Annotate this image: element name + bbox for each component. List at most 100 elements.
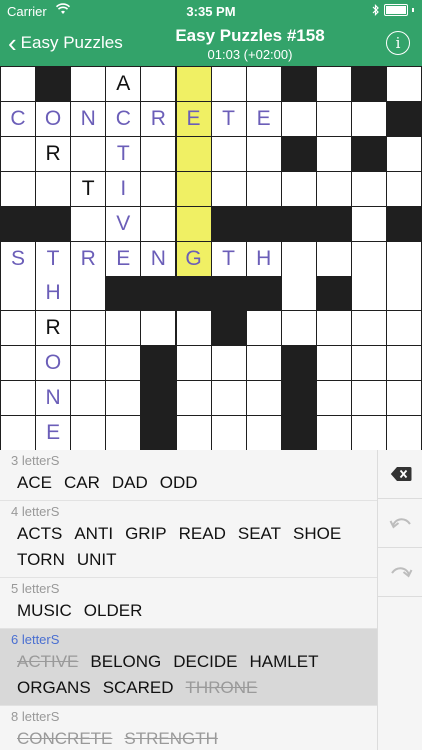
grid-cell[interactable] (211, 416, 246, 450)
grid-cell[interactable] (141, 136, 176, 171)
grid-cell[interactable] (246, 381, 281, 416)
redo-button[interactable] (378, 548, 422, 597)
grid-cell[interactable] (1, 276, 35, 311)
grid-cell[interactable] (106, 416, 141, 450)
grid-cell[interactable] (71, 276, 106, 311)
grid-cell[interactable] (211, 171, 246, 206)
grid-cell[interactable] (1, 381, 35, 416)
grid-cell[interactable] (246, 311, 281, 346)
grid-cell[interactable] (1, 346, 35, 381)
grid-cell[interactable] (1, 416, 35, 450)
grid-cell[interactable]: V (106, 206, 141, 241)
grid-cell[interactable] (176, 311, 211, 346)
grid-cell[interactable] (352, 416, 386, 450)
grid-cell[interactable] (281, 276, 316, 311)
grid-cell[interactable] (211, 136, 246, 171)
grid-cell[interactable]: H (246, 241, 281, 276)
grid-cell[interactable] (387, 67, 422, 101)
grid-cell[interactable] (352, 101, 386, 136)
word-item[interactable]: SEAT (238, 521, 281, 547)
grid-cell[interactable] (352, 241, 386, 276)
grid-cell[interactable] (316, 101, 351, 136)
undo-button[interactable] (378, 499, 422, 548)
word-item[interactable]: MUSIC (17, 598, 72, 624)
grid-cell[interactable]: N (36, 381, 71, 416)
grid-cell[interactable]: N (141, 241, 176, 276)
word-item[interactable]: STRENGTH (124, 726, 218, 750)
grid-cell[interactable]: S (1, 241, 35, 276)
grid-cell[interactable] (176, 346, 211, 381)
grid-cell[interactable] (176, 67, 211, 101)
grid-cell[interactable] (316, 311, 351, 346)
grid-cell[interactable] (211, 67, 246, 101)
grid-cell[interactable]: T (211, 101, 246, 136)
word-item[interactable]: ORGANS (17, 675, 91, 701)
grid-cell[interactable] (387, 276, 422, 311)
grid-cell[interactable] (71, 311, 106, 346)
grid-cell[interactable]: E (176, 101, 211, 136)
grid-cell[interactable] (211, 381, 246, 416)
grid-cell[interactable] (352, 276, 386, 311)
grid-cell[interactable] (281, 241, 316, 276)
word-item[interactable]: CONCRETE (17, 726, 112, 750)
grid-cell[interactable]: T (71, 171, 106, 206)
grid-cell[interactable] (176, 381, 211, 416)
grid-cell[interactable] (106, 381, 141, 416)
word-item[interactable]: BELONG (90, 649, 161, 675)
grid-cell[interactable]: T (211, 241, 246, 276)
word-item[interactable]: HAMLET (250, 649, 319, 675)
grid-cell[interactable] (71, 346, 106, 381)
word-item[interactable]: CAR (64, 470, 100, 496)
word-item[interactable]: DECIDE (173, 649, 237, 675)
grid-cell[interactable] (316, 346, 351, 381)
grid-cell[interactable] (1, 171, 35, 206)
grid-cell[interactable]: O (36, 346, 71, 381)
word-item[interactable]: ACTS (17, 521, 62, 547)
back-button[interactable]: ‹ Easy Puzzles (8, 28, 123, 58)
word-item[interactable]: THRONE (186, 675, 258, 701)
grid-cell[interactable]: E (246, 101, 281, 136)
grid-cell[interactable] (316, 171, 351, 206)
grid-cell[interactable] (316, 241, 351, 276)
grid-cell[interactable]: G (176, 241, 211, 276)
grid-cell[interactable] (246, 67, 281, 101)
word-item[interactable]: ANTI (74, 521, 113, 547)
grid-cell[interactable] (1, 136, 35, 171)
grid-cell[interactable]: E (36, 416, 71, 450)
grid-cell[interactable] (316, 381, 351, 416)
grid-cell[interactable] (1, 311, 35, 346)
grid-cell[interactable] (246, 136, 281, 171)
grid-cell[interactable] (316, 136, 351, 171)
grid-cell[interactable] (387, 311, 422, 346)
word-item[interactable]: ACTIVE (17, 649, 78, 675)
word-item[interactable]: OLDER (84, 598, 143, 624)
grid-cell[interactable] (176, 206, 211, 241)
word-group[interactable]: 5 letterS MUSIC OLDER (0, 578, 377, 629)
info-icon[interactable]: i (386, 31, 410, 55)
grid-cell[interactable] (246, 416, 281, 450)
grid-cell[interactable] (1, 67, 35, 101)
grid-cell[interactable] (71, 381, 106, 416)
word-item[interactable]: DAD (112, 470, 148, 496)
word-item[interactable]: SHOE (293, 521, 341, 547)
grid-cell[interactable] (281, 311, 316, 346)
grid-cell[interactable]: C (106, 101, 141, 136)
grid-cell[interactable] (281, 101, 316, 136)
grid-cell[interactable]: C (1, 101, 35, 136)
grid-cell[interactable] (387, 136, 422, 171)
grid-cell[interactable]: R (36, 136, 71, 171)
grid-cell[interactable] (71, 416, 106, 450)
grid-cell[interactable] (352, 381, 386, 416)
grid-cell[interactable] (106, 346, 141, 381)
grid-cell[interactable] (246, 171, 281, 206)
grid-cell[interactable] (352, 171, 386, 206)
word-item[interactable]: READ (179, 521, 226, 547)
grid-cell[interactable] (141, 206, 176, 241)
grid-cell[interactable] (176, 416, 211, 450)
grid-cell[interactable] (281, 171, 316, 206)
word-group[interactable]: 4 letterS ACTS ANTI GRIP READ SEAT SHOE TORN UNI… (0, 501, 377, 578)
grid-cell[interactable] (352, 206, 386, 241)
grid-cell[interactable] (71, 136, 106, 171)
grid-cell[interactable]: A (106, 67, 141, 101)
grid-cell[interactable]: I (106, 171, 141, 206)
